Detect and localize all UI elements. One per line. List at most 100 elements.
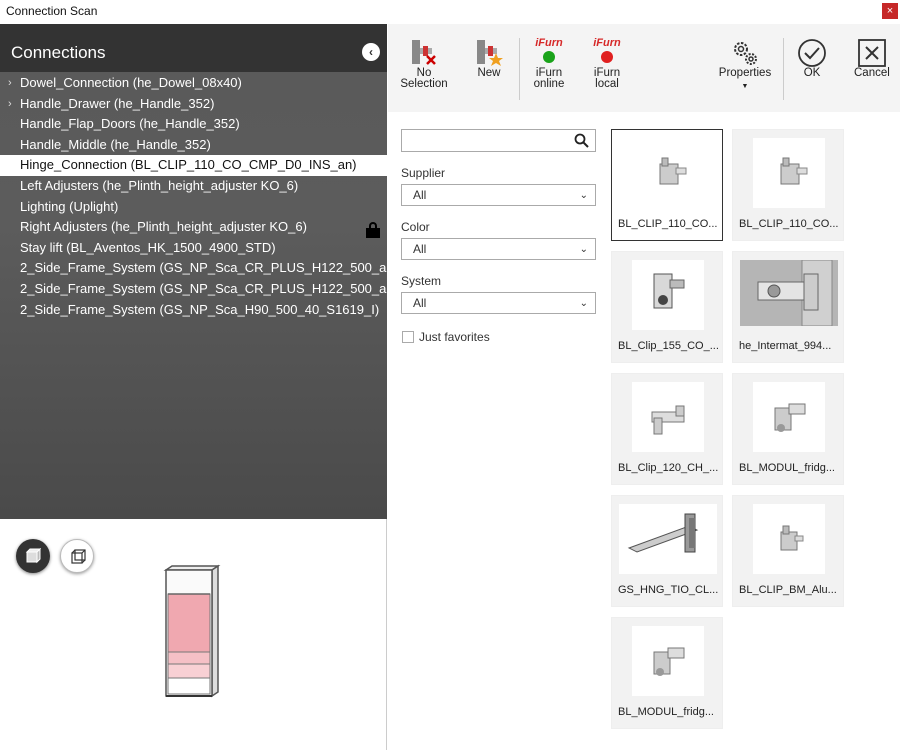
online-status-dot	[543, 51, 555, 63]
window-title: Connection Scan	[6, 4, 98, 18]
new-button[interactable]: New	[472, 38, 506, 79]
hinge-thumbnail	[632, 382, 704, 452]
ifurn-logo: iFurn	[535, 37, 563, 49]
ok-label: OK	[803, 67, 821, 79]
connection-item[interactable]: Handle_Middle (he_Handle_352)	[0, 135, 387, 156]
close-window-icon[interactable]: ×	[882, 3, 898, 19]
connection-item[interactable]: › Dowel_Connection (he_Dowel_08x40)	[0, 73, 387, 94]
search-input[interactable]	[401, 129, 596, 152]
product-name: BL_Clip_120_CH_...	[618, 462, 719, 474]
connection-item[interactable]: › Handle_Drawer (he_Handle_352)	[0, 94, 387, 115]
connection-item[interactable]: 2_Side_Frame_System (GS_NP_Sca_H90_500_4…	[0, 300, 387, 321]
just-favorites-label: Just favorites	[419, 330, 490, 344]
connection-item[interactable]: Handle_Flap_Doors (he_Handle_352)	[0, 114, 387, 135]
system-value: All	[413, 296, 427, 310]
connection-item-label: Handle_Flap_Doors (he_Handle_352)	[20, 116, 240, 132]
cancel-button[interactable]: Cancel	[854, 38, 890, 79]
ifurn-online-button[interactable]: iFurn iFurn online	[531, 38, 567, 90]
chevron-down-icon: ⌄	[579, 190, 588, 201]
hinge-thumbnail	[619, 504, 717, 574]
just-favorites-checkbox[interactable]	[402, 331, 414, 343]
ok-button[interactable]: OK	[796, 38, 828, 79]
properties-label: Properties	[718, 67, 772, 79]
solid-cube-icon	[25, 548, 41, 564]
connection-item[interactable]: Left Adjusters (he_Plinth_height_adjuste…	[0, 176, 387, 197]
color-value: All	[413, 242, 427, 256]
local-status-dot	[601, 51, 613, 63]
connections-header: Connections ‹	[0, 24, 387, 72]
connection-item-label: 2_Side_Frame_System (GS_NP_Sca_CR_PLUS_H…	[20, 280, 398, 296]
hinge-thumbnail	[740, 259, 838, 327]
product-card[interactable]: BL_Clip_120_CH_...	[611, 373, 723, 485]
connection-item[interactable]: Hinge_Connection (BL_CLIP_110_CO_CMP_D0_…	[0, 155, 387, 176]
gears-icon	[734, 42, 757, 65]
system-dropdown[interactable]: All ⌄	[401, 292, 596, 314]
connection-item-label: Right Adjusters (he_Plinth_height_adjust…	[20, 219, 307, 235]
properties-button[interactable]: Properties ▼	[717, 38, 773, 92]
close-square-icon	[858, 39, 886, 67]
wireframe-cube-icon	[71, 549, 86, 564]
connections-panel: Connections ‹ › Dowel_Connection (he_Dowe…	[0, 24, 398, 519]
dropdown-caret-icon: ▼	[741, 83, 749, 90]
solid-view-button[interactable]	[16, 539, 50, 573]
wireframe-view-button[interactable]	[60, 539, 94, 573]
cancel-label: Cancel	[854, 67, 890, 79]
product-name: BL_CLIP_BM_Alu...	[739, 584, 837, 596]
product-card[interactable]: he_Intermat_994...	[732, 251, 844, 363]
no-selection-button[interactable]: No Selection	[400, 38, 448, 90]
color-dropdown[interactable]: All ⌄	[401, 238, 596, 260]
color-label: Color	[401, 220, 430, 234]
connection-item-label: Hinge_Connection (BL_CLIP_110_CO_CMP_D0_…	[20, 157, 357, 173]
collapse-panel-icon[interactable]: ‹	[362, 43, 380, 61]
supplier-label: Supplier	[401, 166, 446, 180]
search-icon[interactable]	[574, 133, 589, 148]
product-card[interactable]: GS_HNG_TIO_CL...	[611, 495, 723, 607]
no-selection-icon	[412, 40, 436, 65]
connections-list: › Dowel_Connection (he_Dowel_08x40) › Handl…	[0, 73, 398, 321]
product-name: BL_CLIP_110_CO...	[618, 218, 718, 230]
ifurn-logo: iFurn	[593, 37, 621, 49]
connection-item-label: Lighting (Uplight)	[20, 198, 119, 214]
product-name: GS_HNG_TIO_CL...	[618, 584, 719, 596]
filters-panel: Supplier All ⌄ Color All ⌄ System All ⌄ …	[401, 129, 597, 345]
connection-item-label: Handle_Drawer (he_Handle_352)	[20, 95, 215, 111]
connection-item[interactable]: Lighting (Uplight)	[0, 197, 387, 218]
connection-item[interactable]: 2_Side_Frame_System (GS_NP_Sca_CR_PLUS_H…	[0, 258, 398, 279]
toolbar-separator	[519, 38, 520, 100]
supplier-dropdown[interactable]: All ⌄	[401, 184, 596, 206]
connection-item[interactable]: Stay lift (BL_Aventos_HK_1500_4900_STD)	[0, 238, 387, 259]
hinge-thumbnail	[632, 626, 704, 696]
supplier-value: All	[413, 188, 427, 202]
hinge-thumbnail	[753, 138, 825, 208]
product-card[interactable]: BL_CLIP_110_CO...	[611, 129, 723, 241]
ifurn-local-label: iFurn local	[593, 67, 621, 90]
expand-arrow-icon[interactable]: ›	[8, 73, 12, 93]
product-card[interactable]: BL_CLIP_110_CO...	[732, 129, 844, 241]
product-card[interactable]: BL_CLIP_BM_Alu...	[732, 495, 844, 607]
product-name: BL_MODUL_fridg...	[739, 462, 835, 474]
toolbar: No Selection New iFurn iFurn online iFur…	[388, 24, 900, 112]
ifurn-online-label: iFurn online	[533, 67, 565, 90]
ifurn-local-button[interactable]: iFurn iFurn local	[589, 38, 625, 90]
cabinet-3d-model	[163, 564, 221, 698]
toolbar-separator	[783, 38, 784, 100]
hinge-thumbnail	[632, 138, 704, 208]
connection-item[interactable]: 2_Side_Frame_System (GS_NP_Sca_CR_PLUS_H…	[0, 279, 398, 300]
no-selection-label: No Selection	[400, 67, 448, 90]
just-favorites-option[interactable]: Just favorites	[401, 330, 597, 345]
connections-title: Connections	[11, 43, 106, 62]
preview-area	[0, 519, 387, 750]
product-card[interactable]: BL_MODUL_fridg...	[611, 617, 723, 729]
hinge-thumbnail	[632, 260, 704, 330]
connection-item-label: Handle_Middle (he_Handle_352)	[20, 136, 211, 152]
product-name: BL_MODUL_fridg...	[618, 706, 714, 718]
expand-arrow-icon[interactable]: ›	[8, 94, 12, 114]
product-card[interactable]: BL_MODUL_fridg...	[732, 373, 844, 485]
chevron-down-icon: ⌄	[579, 298, 588, 309]
connection-item[interactable]: Right Adjusters (he_Plinth_height_adjust…	[0, 217, 387, 238]
chevron-down-icon: ⌄	[579, 244, 588, 255]
hinge-thumbnail	[753, 504, 825, 574]
product-card[interactable]: BL_Clip_155_CO_...	[611, 251, 723, 363]
hinge-thumbnail	[753, 382, 825, 452]
lock-icon	[366, 222, 380, 238]
